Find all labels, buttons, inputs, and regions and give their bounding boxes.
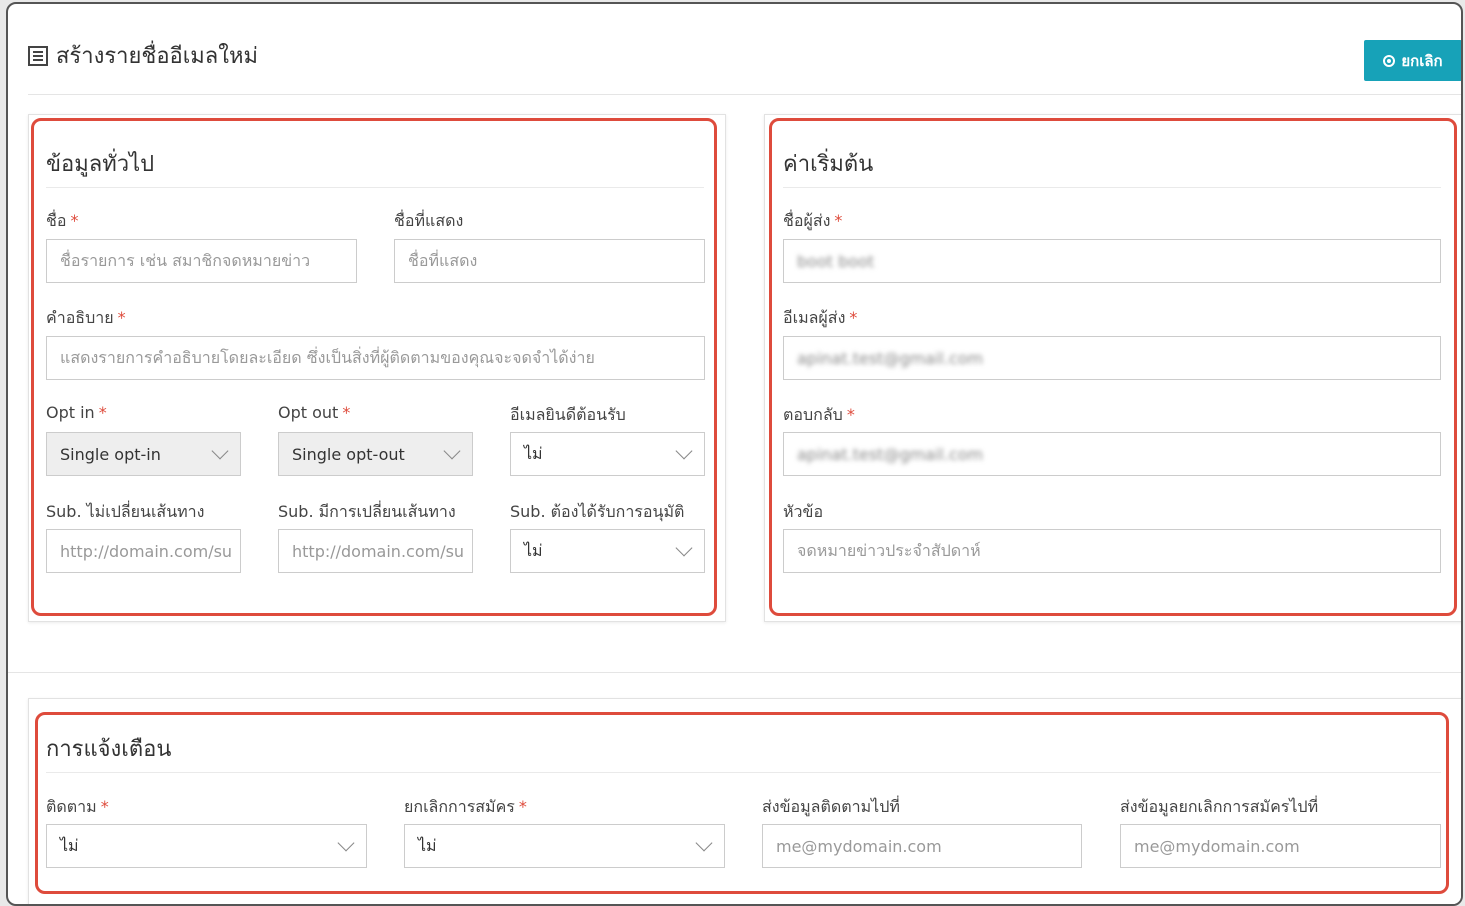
sender-name-label: ชื่อผู้ส่ง * xyxy=(783,211,843,230)
display-name-input[interactable]: ชื่อที่แสดง xyxy=(394,239,705,283)
notify-rule xyxy=(46,772,1441,773)
notify-title: การแจ้งเตือน xyxy=(46,737,172,762)
page-title: สร้างรายชื่ออีเมลใหม่ xyxy=(56,44,259,69)
subject-label: หัวข้อ xyxy=(783,502,824,521)
description-input[interactable]: แสดงรายการคำอธิบายโดยละเอียด ซึ่งเป็นสิ่… xyxy=(46,336,705,380)
sub-redirect-label: Sub. มีการเปลี่ยนเส้นทาง xyxy=(278,502,456,521)
window-frame: สร้างรายชื่ออีเมลใหม่ ยกเลิก ข้อมูลทั่วไ… xyxy=(6,2,1463,906)
send-follow-input[interactable]: me@mydomain.com xyxy=(762,824,1082,868)
sender-name-input[interactable]: boot boot xyxy=(783,239,1441,283)
defaults-rule xyxy=(783,187,1441,188)
follow-select[interactable]: ไม่ xyxy=(46,824,367,868)
sender-email-input[interactable]: apinat.test@gmail.com xyxy=(783,336,1441,380)
sub-noredirect-input[interactable]: http://domain.com/su xyxy=(46,529,241,573)
unsubscribe-select[interactable]: ไม่ xyxy=(404,824,725,868)
follow-label: ติดตาม * xyxy=(46,797,109,816)
welcome-email-select[interactable]: ไม่ xyxy=(510,432,705,476)
defaults-title: ค่าเริ่มต้น xyxy=(783,152,874,177)
send-unsub-label: ส่งข้อมูลยกเลิกการสมัครไปที่ xyxy=(1120,797,1319,816)
optin-label: Opt in * xyxy=(46,403,107,422)
chevron-down-icon xyxy=(337,834,355,852)
reply-label: ตอบกลับ * xyxy=(783,405,855,424)
sender-email-label: อีเมลผู้ส่ง * xyxy=(783,308,858,327)
page-header: สร้างรายชื่ออีเมลใหม่ xyxy=(28,38,258,73)
sub-redirect-input[interactable]: http://domain.com/su xyxy=(278,529,473,573)
subject-input[interactable]: จดหมายข่าวประจำสัปดาห์ xyxy=(783,529,1441,573)
header-divider xyxy=(28,94,1461,95)
chevron-down-icon xyxy=(675,539,693,557)
cancel-label: ยกเลิก xyxy=(1401,51,1443,70)
send-follow-label: ส่งข้อมูลติดตามไปที่ xyxy=(762,797,900,816)
send-unsub-input[interactable]: me@mydomain.com xyxy=(1120,824,1441,868)
optin-select[interactable]: Single opt-in xyxy=(46,432,241,476)
section-divider xyxy=(8,672,1461,673)
chevron-down-icon xyxy=(211,442,229,460)
chevron-down-icon xyxy=(695,834,713,852)
description-label: คำอธิบาย * xyxy=(46,308,126,327)
optout-select[interactable]: Single opt-out xyxy=(278,432,473,476)
unsubscribe-label: ยกเลิกการสมัคร * xyxy=(404,797,527,816)
optout-label: Opt out * xyxy=(278,403,351,422)
welcome-email-label: อีเมลยินดีต้อนรับ xyxy=(510,405,626,424)
sub-approval-label: Sub. ต้องได้รับการอนุมัติ xyxy=(510,502,685,521)
general-title: ข้อมูลทั่วไป xyxy=(46,152,155,177)
cancel-circle-icon xyxy=(1383,54,1396,67)
chevron-down-icon xyxy=(675,442,693,460)
chevron-down-icon xyxy=(443,442,461,460)
sub-noredirect-label: Sub. ไม่เปลี่ยนเส้นทาง xyxy=(46,502,205,521)
name-label: ชื่อ * xyxy=(46,211,79,230)
name-input[interactable]: ชื่อรายการ เช่น สมาชิกจดหมายข่าว xyxy=(46,239,357,283)
sub-approval-select[interactable]: ไม่ xyxy=(510,529,705,573)
cancel-button[interactable]: ยกเลิก xyxy=(1364,40,1461,81)
list-icon xyxy=(28,45,48,66)
display-name-label: ชื่อที่แสดง xyxy=(394,211,464,230)
reply-input[interactable]: apinat.test@gmail.com xyxy=(783,432,1441,476)
general-rule xyxy=(46,187,704,188)
